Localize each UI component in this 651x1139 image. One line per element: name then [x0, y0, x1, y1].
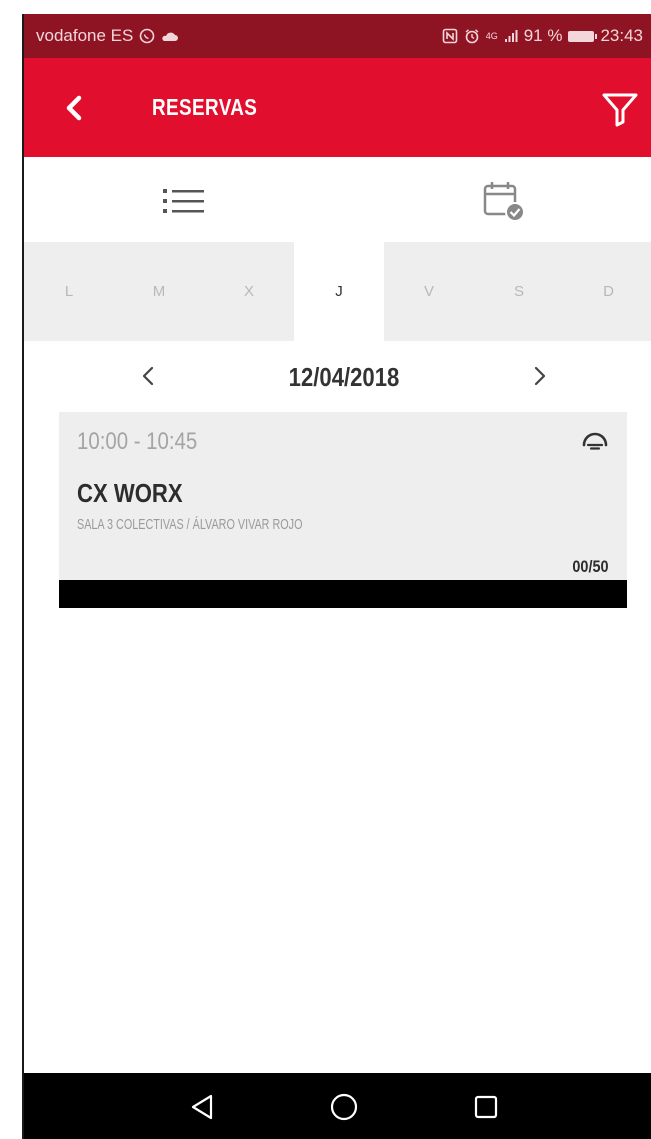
battery-icon — [568, 30, 598, 42]
status-bar: vodafone ES 4G 91 % 23:43 — [24, 14, 651, 58]
page-title: RESERVAS — [152, 94, 258, 120]
device-bezel — [0, 0, 22, 1139]
chevron-left-icon — [66, 95, 82, 121]
weekday-thursday[interactable]: J — [294, 242, 384, 341]
weekday-tuesday[interactable]: M — [114, 242, 204, 341]
cloud-icon — [162, 32, 179, 41]
class-time: 10:00 - 10:45 — [77, 428, 198, 455]
weekday-friday[interactable]: V — [384, 242, 474, 341]
calendar-check-icon — [483, 182, 525, 222]
gauge-icon — [582, 432, 608, 450]
back-button[interactable] — [54, 88, 94, 128]
network-type: 4G — [485, 31, 498, 41]
triangle-back-icon — [191, 1094, 213, 1120]
date-navigator: 12/04/2018 — [24, 352, 651, 402]
class-capacity: 00/50 — [572, 557, 609, 576]
phone-frame: vodafone ES 4G 91 % 23:43 RESERVAS L M X… — [0, 0, 651, 1139]
battery-level: 91 % — [523, 26, 563, 45]
system-home-button[interactable] — [322, 1085, 366, 1129]
view-toggle — [24, 157, 651, 242]
status-bar-right: 4G 91 % 23:43 — [442, 26, 643, 46]
app-header: RESERVAS — [24, 58, 651, 157]
class-name: CX WORX — [77, 478, 183, 508]
list-view-button[interactable] — [154, 179, 214, 223]
alarm-icon — [465, 29, 479, 44]
occupancy-bar — [59, 580, 627, 608]
app-screen: vodafone ES 4G 91 % 23:43 RESERVAS L M X… — [22, 14, 651, 1139]
filter-icon — [602, 93, 638, 127]
class-location-instructor: SALA 3 COLECTIVAS / ÁLVARO VIVAR ROJO — [77, 516, 303, 533]
filter-button[interactable] — [597, 86, 643, 132]
calendar-view-button[interactable] — [474, 177, 534, 225]
weekday-sunday[interactable]: D — [564, 242, 651, 341]
weekday-wednesday[interactable]: X — [204, 242, 294, 341]
system-back-button[interactable] — [180, 1085, 224, 1129]
clock: 23:43 — [600, 26, 643, 45]
whatsapp-icon — [140, 28, 155, 44]
carrier-name: vodafone ES — [36, 26, 134, 45]
class-card[interactable]: 10:00 - 10:45 CX WORX SALA 3 COLECTIVAS … — [59, 412, 627, 608]
signal-icon — [504, 30, 518, 42]
system-nav-bar — [24, 1073, 651, 1139]
list-icon — [163, 189, 204, 213]
weekday-saturday[interactable]: S — [474, 242, 564, 341]
weekday-monday[interactable]: L — [24, 242, 114, 341]
system-recents-button[interactable] — [464, 1085, 508, 1129]
nfc-icon — [442, 28, 457, 44]
status-bar-left: vodafone ES — [36, 26, 179, 46]
circle-home-icon — [330, 1093, 358, 1121]
chevron-right-icon — [534, 366, 546, 386]
weekday-selector: L M X J V S D — [24, 242, 651, 341]
next-date-button[interactable] — [520, 356, 560, 396]
square-recents-icon — [474, 1095, 498, 1119]
